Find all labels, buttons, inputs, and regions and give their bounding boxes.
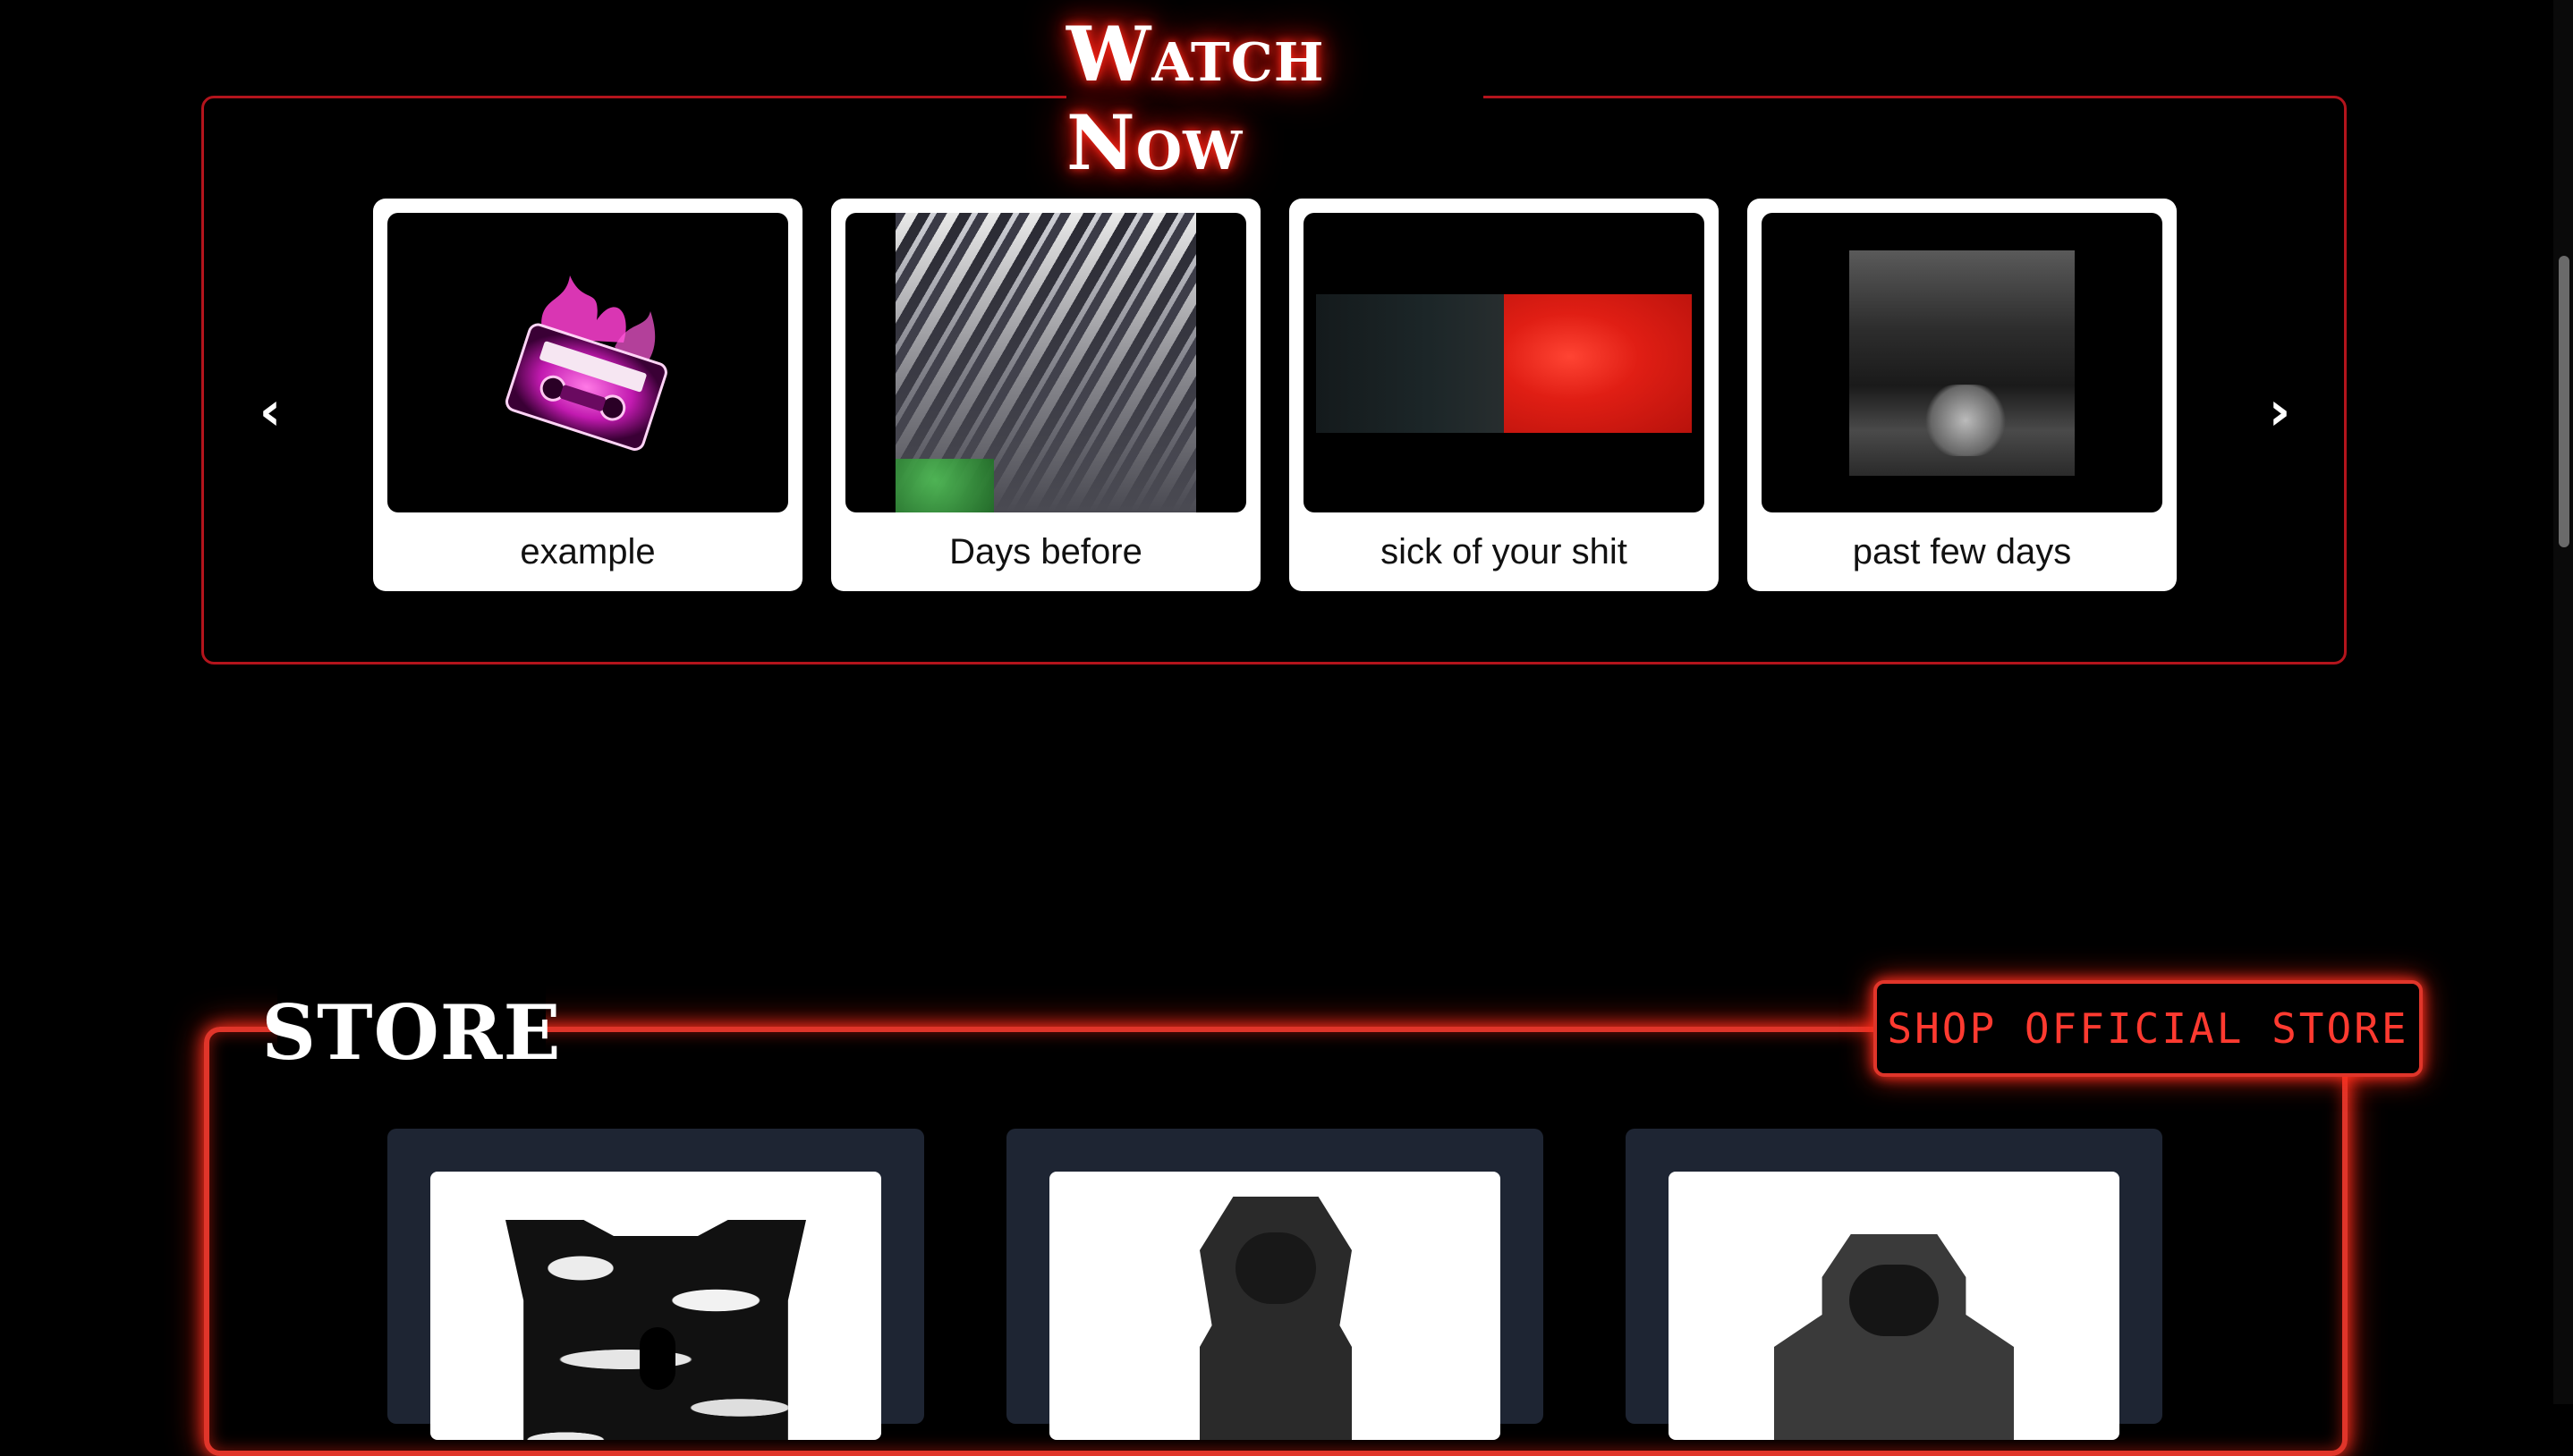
video-title[interactable]: sick of your shit — [1289, 516, 1719, 588]
product-card[interactable] — [387, 1129, 924, 1440]
product-image[interactable] — [1669, 1172, 2119, 1440]
red-portrait-image — [1316, 294, 1692, 433]
product-card[interactable] — [1006, 1129, 1543, 1440]
video-card[interactable]: past few days — [1747, 199, 2177, 591]
washed-hoodie-image — [1774, 1234, 2014, 1440]
carousel-prev-button[interactable]: ‹ — [234, 367, 306, 456]
video-title[interactable]: past few days — [1747, 516, 2177, 588]
watch-now-title: Watch Now — [1066, 10, 1483, 187]
video-thumbnail[interactable] — [387, 213, 788, 512]
product-card[interactable] — [1626, 1129, 2162, 1440]
store-title: STORE — [261, 986, 561, 1079]
scrollbar-thumb[interactable] — [2559, 256, 2569, 547]
tank-top-image — [505, 1220, 806, 1440]
chevron-right-icon: › — [2268, 380, 2291, 443]
page-scrollbar[interactable] — [2553, 0, 2573, 1404]
forest-figure-image — [1849, 250, 2075, 476]
product-image[interactable] — [1049, 1172, 1500, 1440]
glitch-skeleton-image — [896, 213, 1196, 512]
video-title[interactable]: example — [373, 516, 802, 588]
video-title[interactable]: Days before — [831, 516, 1261, 588]
video-card[interactable]: sick of your shit — [1289, 199, 1719, 591]
chevron-left-icon: ‹ — [259, 380, 282, 443]
shop-official-store-button[interactable]: SHOP OFFICIAL STORE — [1873, 980, 2423, 1077]
video-card[interactable]: Days before — [831, 199, 1261, 591]
video-thumbnail[interactable] — [1762, 213, 2162, 512]
carousel-next-button[interactable]: › — [2244, 367, 2315, 456]
video-thumbnail[interactable] — [1303, 213, 1704, 512]
video-card[interactable]: example — [373, 199, 802, 591]
product-image[interactable] — [430, 1172, 881, 1440]
hoodie-image — [1200, 1197, 1352, 1440]
cassette-tape-image — [505, 275, 667, 451]
video-thumbnail[interactable] — [845, 213, 1246, 512]
